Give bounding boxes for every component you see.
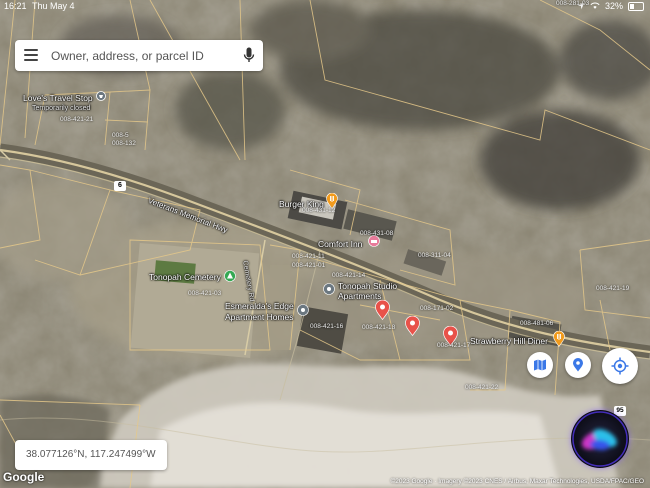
parcel-id-label[interactable]: 008-171-02 [420, 305, 453, 313]
parcel-id-label[interactable]: 008-421-11 [292, 253, 325, 261]
parcel-id-label[interactable]: 008-421-17 [437, 342, 470, 350]
menu-icon[interactable] [24, 49, 38, 61]
siri-waves [572, 411, 628, 467]
battery-percent: 32% [604, 1, 623, 11]
parcel-id-label[interactable]: 008-421-21 [60, 116, 93, 124]
parcel-id-label[interactable]: 008-311-04 [418, 252, 451, 260]
crosshair-icon [611, 357, 629, 375]
map-attribution[interactable]: ©2023 Google · Imagery ©2023 CNES / Airb… [390, 478, 644, 485]
dropped-pin-icon[interactable] [405, 316, 420, 336]
comfort-inn-label[interactable]: Comfort Inn [318, 239, 362, 249]
siri-orb-icon[interactable] [571, 410, 629, 468]
my-location-button[interactable] [602, 348, 638, 384]
parcel-id-label[interactable]: 008-421-18 [362, 324, 395, 332]
search-input[interactable] [49, 45, 238, 67]
esmeralda-label-2[interactable]: Apartment Homes [225, 312, 294, 322]
parcel-id-label[interactable]: 008-5 [112, 132, 129, 140]
status-bar: 16:21 Thu May 4 32% [0, 0, 650, 12]
parcel-id-label[interactable]: 008-431-08 [360, 230, 393, 238]
parcel-id-label[interactable]: 008-281-03 [556, 0, 589, 8]
status-date: Thu May 4 [32, 1, 75, 11]
diner-pin-icon[interactable] [553, 331, 565, 347]
search-bar [15, 40, 263, 71]
coordinates-readout[interactable]: 38.077126°N, 117.247499°W [15, 440, 167, 470]
parcel-id-label[interactable]: 008-421-03 [188, 290, 221, 298]
parcel-id-label[interactable]: 008-421-01 [292, 262, 325, 270]
pin-location-button[interactable] [565, 352, 591, 378]
parcel-id-label[interactable]: 008-421-16 [310, 323, 343, 331]
parcel-id-label[interactable]: 008-481-06 [520, 320, 553, 328]
map-icon [534, 359, 546, 371]
tonopah-studio-label-1[interactable]: Tonopah Studio [338, 281, 397, 291]
parcel-id-label[interactable]: 008-431-12 [302, 207, 335, 215]
loves-pin-icon[interactable] [96, 91, 106, 103]
cemetery-pin-icon[interactable] [224, 270, 236, 282]
dropped-pin-icon[interactable] [375, 300, 390, 320]
loves-travel-stop-label[interactable]: Love's Travel Stop [23, 93, 93, 103]
cemetery-label[interactable]: Tonopah Cemetery [149, 272, 221, 282]
esmeralda-pin-icon[interactable] [297, 304, 309, 316]
status-time: 16:21 [4, 1, 27, 11]
google-logo: Google [3, 470, 45, 484]
microphone-icon[interactable] [243, 47, 255, 64]
loves-status-label: Temporarily closed [32, 105, 91, 112]
parcel-id-label[interactable]: 008-421-22 [465, 384, 498, 392]
parcel-id-label[interactable]: 008-421-19 [596, 285, 629, 293]
parcel-id-label[interactable]: 008-132 [112, 140, 136, 148]
route-6-shield: 6 [114, 181, 126, 191]
battery-icon [628, 1, 644, 11]
map-pin-icon [573, 358, 583, 372]
esmeralda-label-1[interactable]: Esmeralda's Edge [225, 301, 294, 311]
map-layers-button[interactable] [527, 352, 553, 378]
parcel-id-label[interactable]: 008-421-14 [332, 272, 365, 280]
apartment-pin-icon[interactable] [323, 283, 335, 295]
strawberry-hill-diner-label[interactable]: Strawberry Hill Diner [470, 336, 548, 346]
wifi-icon [590, 2, 600, 9]
